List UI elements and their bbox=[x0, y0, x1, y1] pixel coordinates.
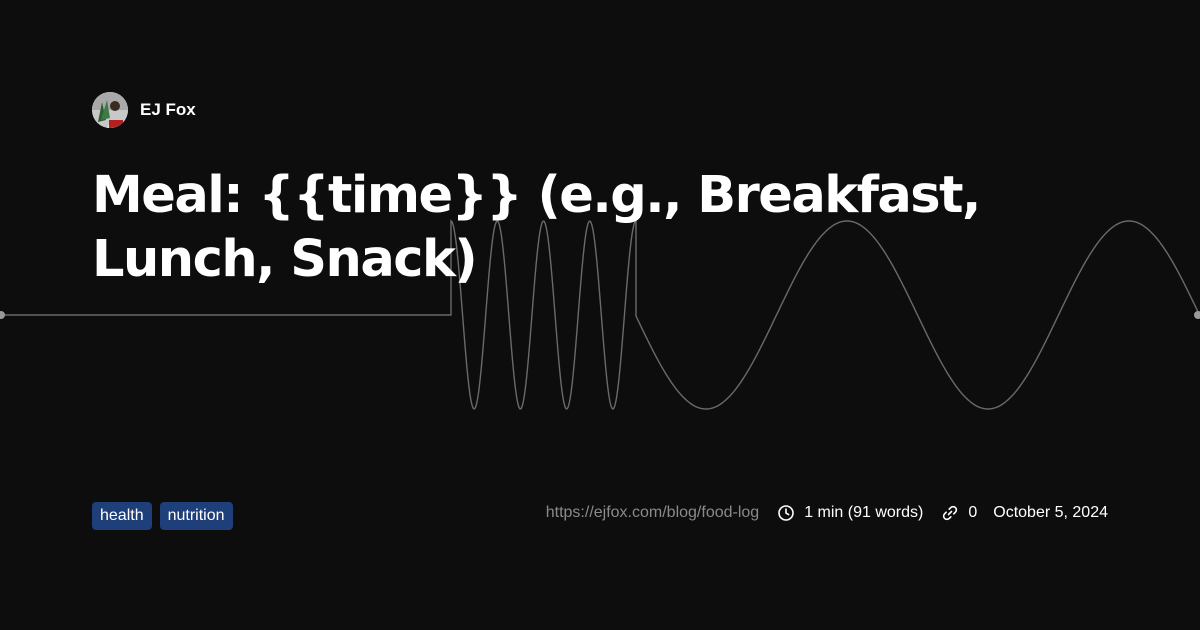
author-name[interactable]: EJ Fox bbox=[140, 100, 196, 120]
clock-icon bbox=[778, 505, 794, 521]
tag-nutrition[interactable]: nutrition bbox=[159, 502, 233, 530]
avatar bbox=[92, 92, 128, 128]
post-meta: https://ejfox.com/blog/food-log 1 min (9… bbox=[546, 503, 1108, 523]
tag-health[interactable]: health bbox=[92, 502, 152, 530]
waveform-start-dot bbox=[0, 311, 5, 319]
post-date: October 5, 2024 bbox=[993, 504, 1108, 521]
post-url[interactable]: https://ejfox.com/blog/food-log bbox=[546, 504, 759, 522]
post-title: Meal: {{time}} (e.g., Breakfast, Lunch, … bbox=[92, 166, 981, 289]
tag-list: health nutrition bbox=[92, 502, 233, 530]
backlinks[interactable]: 0 bbox=[941, 504, 977, 522]
waveform-end-dot bbox=[1194, 311, 1200, 319]
author-byline: EJ Fox bbox=[92, 92, 196, 128]
reading-time: 1 min (91 words) bbox=[777, 504, 923, 522]
reading-time-text: 1 min (91 words) bbox=[804, 504, 924, 521]
link-icon bbox=[943, 505, 958, 521]
backlinks-count: 0 bbox=[968, 504, 978, 521]
avatar-photo-icon bbox=[92, 92, 128, 128]
